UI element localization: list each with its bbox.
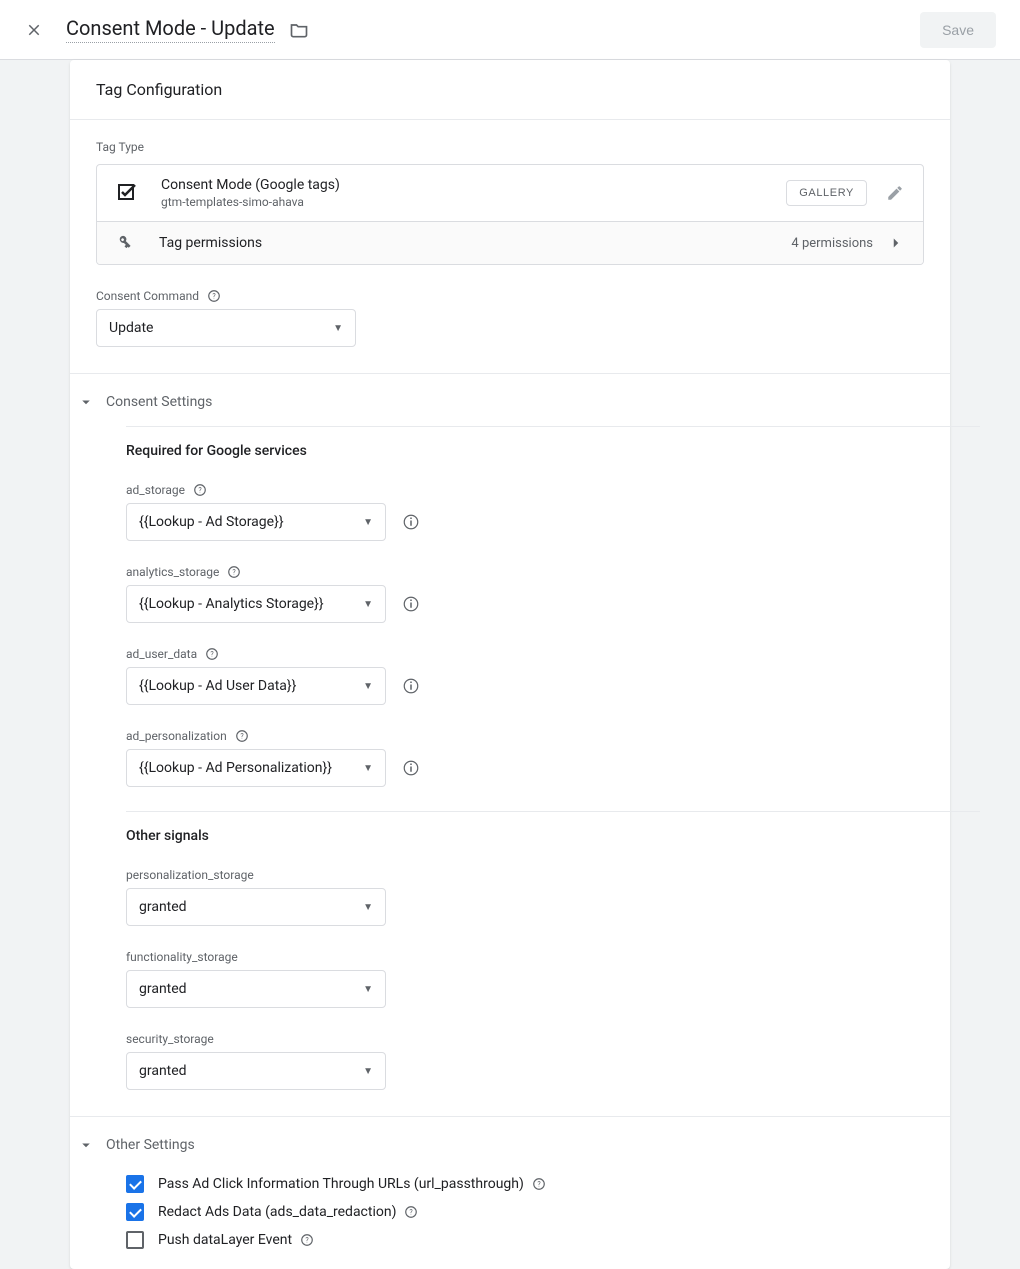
analytics-storage-select[interactable]: {{Lookup - Analytics Storage}} ▼ [126, 585, 386, 623]
ad-storage-label: ad_storage [126, 483, 185, 497]
page-title[interactable]: Consent Mode - Update [66, 16, 275, 43]
save-button[interactable]: Save [920, 12, 996, 48]
ads-redaction-label: Redact Ads Data (ads_data_redaction) [158, 1204, 396, 1220]
other-settings-toggle[interactable]: Other Settings [76, 1117, 924, 1165]
tag-type-name: Consent Mode (Google tags) [161, 177, 786, 193]
chevron-down-icon: ▼ [333, 323, 343, 334]
svg-text:?: ? [210, 650, 214, 658]
security-storage-label: security_storage [126, 1032, 214, 1046]
analytics-storage-label: analytics_storage [126, 565, 219, 579]
chevron-down-icon [76, 1135, 96, 1155]
edit-icon[interactable] [885, 183, 905, 203]
chevron-down-icon: ▼ [363, 681, 373, 692]
chevron-down-icon: ▼ [363, 763, 373, 774]
help-icon[interactable]: ? [532, 1177, 546, 1191]
help-icon[interactable]: ? [207, 289, 221, 303]
push-datalayer-checkbox[interactable] [126, 1231, 144, 1249]
personalization-storage-value: granted [139, 899, 187, 915]
info-icon[interactable] [402, 595, 420, 613]
svg-text:?: ? [410, 1208, 414, 1216]
consent-command-select[interactable]: Update ▼ [96, 309, 356, 347]
chevron-down-icon: ▼ [363, 599, 373, 610]
help-icon[interactable]: ? [235, 729, 249, 743]
push-datalayer-label: Push dataLayer Event [158, 1232, 292, 1248]
svg-text:?: ? [240, 732, 244, 740]
help-icon[interactable]: ? [227, 565, 241, 579]
personalization-storage-select[interactable]: granted ▼ [126, 888, 386, 926]
ads-redaction-checkbox[interactable] [126, 1203, 144, 1221]
required-heading: Required for Google services [126, 443, 924, 459]
tag-permissions-label: Tag permissions [159, 235, 791, 251]
other-settings-heading: Other Settings [106, 1137, 195, 1153]
gallery-button[interactable]: GALLERY [786, 180, 867, 206]
svg-text:?: ? [212, 292, 216, 300]
close-icon[interactable] [24, 20, 44, 40]
functionality-storage-label: functionality_storage [126, 950, 238, 964]
key-icon [111, 230, 136, 255]
url-passthrough-checkbox[interactable] [126, 1175, 144, 1193]
tag-type-label: Tag Type [96, 140, 924, 154]
personalization-storage-label: personalization_storage [126, 868, 254, 882]
ad-user-data-select[interactable]: {{Lookup - Ad User Data}} ▼ [126, 667, 386, 705]
consent-settings-toggle[interactable]: Consent Settings [76, 374, 924, 422]
ad-personalization-select[interactable]: {{Lookup - Ad Personalization}} ▼ [126, 749, 386, 787]
ad-storage-value: {{Lookup - Ad Storage}} [139, 514, 284, 530]
ad-user-data-label: ad_user_data [126, 647, 197, 661]
chevron-down-icon: ▼ [363, 517, 373, 528]
security-storage-select[interactable]: granted ▼ [126, 1052, 386, 1090]
consent-command-label: Consent Command [96, 289, 199, 303]
help-icon[interactable]: ? [205, 647, 219, 661]
info-icon[interactable] [402, 677, 420, 695]
panel-heading: Tag Configuration [70, 60, 950, 120]
chevron-down-icon: ▼ [363, 902, 373, 913]
svg-text:?: ? [198, 486, 202, 494]
other-signals-heading: Other signals [126, 828, 924, 844]
consent-command-value: Update [109, 320, 153, 336]
ad-storage-select[interactable]: {{Lookup - Ad Storage}} ▼ [126, 503, 386, 541]
security-storage-value: granted [139, 1063, 187, 1079]
ad-personalization-label: ad_personalization [126, 729, 227, 743]
functionality-storage-value: granted [139, 981, 187, 997]
svg-text:?: ? [537, 1180, 541, 1188]
help-icon[interactable]: ? [193, 483, 207, 497]
tag-permissions-row[interactable]: Tag permissions 4 permissions [97, 222, 923, 264]
info-icon[interactable] [402, 513, 420, 531]
consent-settings-heading: Consent Settings [106, 394, 212, 410]
ad-personalization-value: {{Lookup - Ad Personalization}} [139, 760, 332, 776]
tag-type-provider: gtm-templates-simo-ahava [161, 195, 786, 209]
tag-type-card: Consent Mode (Google tags) gtm-templates… [96, 164, 924, 265]
url-passthrough-label: Pass Ad Click Information Through URLs (… [158, 1176, 524, 1192]
chevron-down-icon [76, 392, 96, 412]
chevron-right-icon [887, 234, 905, 252]
chevron-down-icon: ▼ [363, 1066, 373, 1077]
permissions-count: 4 permissions [791, 236, 873, 251]
help-icon[interactable]: ? [404, 1205, 418, 1219]
folder-icon[interactable] [289, 20, 309, 40]
analytics-storage-value: {{Lookup - Analytics Storage}} [139, 596, 324, 612]
functionality-storage-select[interactable]: granted ▼ [126, 970, 386, 1008]
svg-text:?: ? [233, 568, 237, 576]
chevron-down-icon: ▼ [363, 984, 373, 995]
info-icon[interactable] [402, 759, 420, 777]
svg-text:?: ? [305, 1236, 309, 1244]
ad-user-data-value: {{Lookup - Ad User Data}} [139, 678, 296, 694]
help-icon[interactable]: ? [300, 1233, 314, 1247]
consent-check-icon [115, 181, 139, 205]
